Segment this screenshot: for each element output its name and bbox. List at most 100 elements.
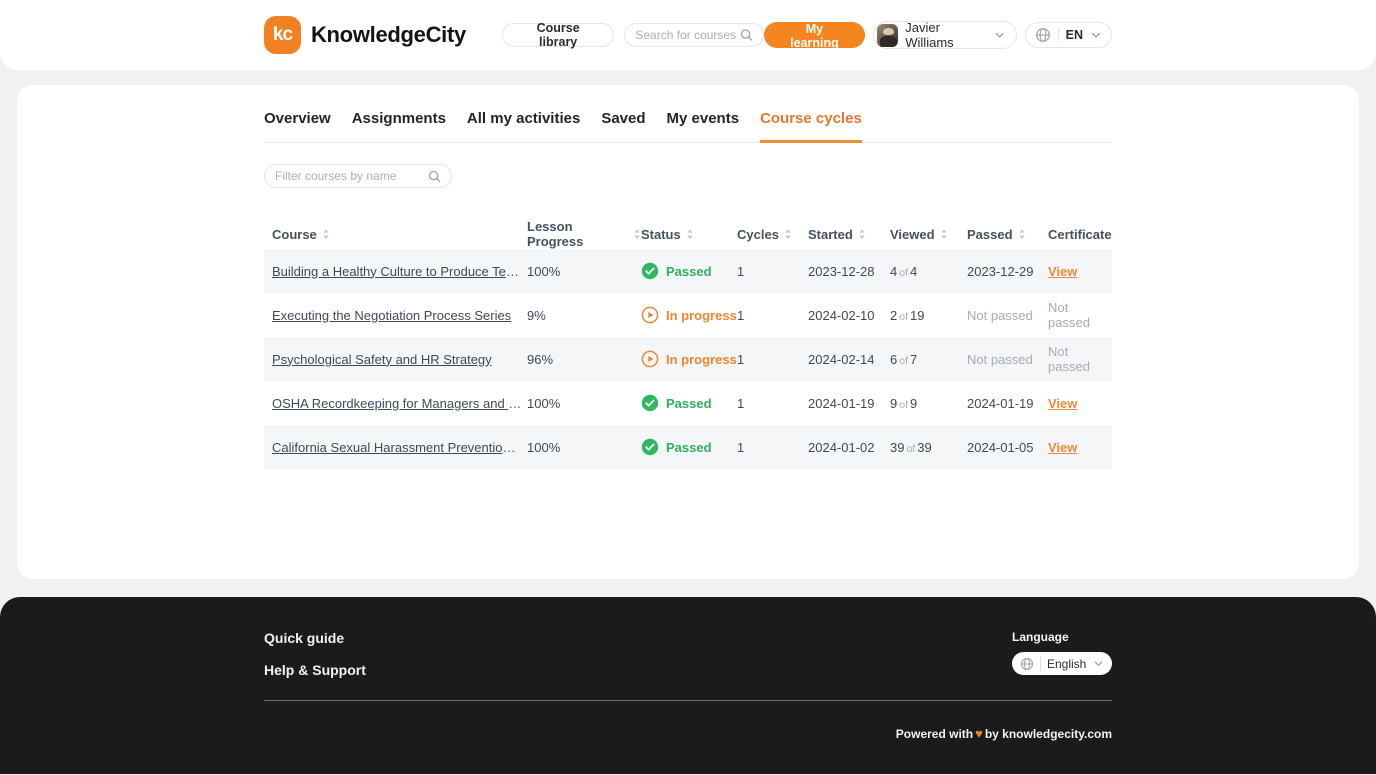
course-link[interactable]: Psychological Safety and HR Strategy — [272, 352, 522, 367]
main-content-card: Overview Assignments All my activities S… — [17, 85, 1359, 579]
column-header-status[interactable]: Status — [641, 227, 737, 242]
sort-icon[interactable] — [686, 228, 694, 240]
cycles-value: 1 — [737, 352, 808, 367]
footer-language-select[interactable]: English — [1012, 652, 1112, 675]
status-badge: In progress — [641, 306, 737, 324]
column-header-certificate: Certificate — [1048, 227, 1112, 242]
heart-icon: ♥ — [973, 726, 985, 741]
started-date: 2024-01-19 — [808, 396, 890, 411]
table-row: Executing the Negotiation Process Series… — [264, 293, 1112, 337]
in-progress-play-icon — [641, 306, 659, 324]
course-link[interactable]: Building a Healthy Culture to Produce Te… — [272, 264, 522, 279]
column-header-viewed[interactable]: Viewed — [890, 227, 967, 242]
language-label: Language — [1012, 630, 1112, 644]
status-badge: Passed — [641, 394, 737, 412]
started-date: 2024-02-10 — [808, 308, 890, 323]
sort-icon[interactable] — [322, 228, 330, 240]
globe-icon — [1020, 657, 1034, 671]
language-code: EN — [1066, 28, 1083, 42]
started-date: 2023-12-28 — [808, 264, 890, 279]
tab-my-events[interactable]: My events — [667, 110, 740, 143]
page-footer: Quick guide Help & Support Language Engl… — [0, 597, 1376, 774]
search-icon — [740, 28, 753, 42]
user-name: Javier Williams — [905, 20, 987, 50]
tab-assignments[interactable]: Assignments — [352, 110, 446, 143]
cycles-value: 1 — [737, 396, 808, 411]
started-date: 2024-02-14 — [808, 352, 890, 367]
sort-icon[interactable] — [1018, 228, 1026, 240]
tab-saved[interactable]: Saved — [601, 110, 645, 143]
passed-date: 2024-01-05 — [967, 440, 1048, 455]
viewed-count: 2of19 — [890, 308, 967, 323]
user-avatar — [877, 24, 899, 47]
passed-check-icon — [641, 438, 659, 456]
passed-status: Not passed — [967, 308, 1048, 323]
viewed-count: 6of7 — [890, 352, 967, 367]
table-row: Psychological Safety and HR Strategy 96%… — [264, 337, 1112, 381]
course-cycles-table: Course Lesson Progress Status Cycles Sta… — [264, 219, 1112, 469]
viewed-count: 4of4 — [890, 264, 967, 279]
table-row: Building a Healthy Culture to Produce Te… — [264, 249, 1112, 293]
viewed-count: 39of39 — [890, 440, 967, 455]
certificate-status: Not passed — [1048, 344, 1112, 374]
powered-by-line: Powered with♥by knowledgecity.com — [264, 726, 1112, 741]
tab-all-my-activities[interactable]: All my activities — [467, 110, 580, 143]
globe-icon — [1035, 27, 1051, 43]
table-row: California Sexual Harassment Prevention:… — [264, 425, 1112, 469]
certificate-status: Not passed — [1048, 300, 1112, 330]
chevron-down-icon — [1090, 29, 1102, 41]
course-link[interactable]: OSHA Recordkeeping for Managers and Supe… — [272, 396, 522, 411]
certificate-view-link[interactable]: View — [1048, 440, 1077, 455]
column-header-passed[interactable]: Passed — [967, 227, 1048, 242]
quick-guide-link[interactable]: Quick guide — [264, 630, 344, 646]
passed-date: 2023-12-29 — [967, 264, 1048, 279]
sort-icon[interactable] — [633, 228, 641, 240]
course-library-label: Course library — [517, 21, 599, 49]
lesson-progress-value: 100% — [527, 396, 641, 411]
tab-overview[interactable]: Overview — [264, 110, 331, 143]
sort-icon[interactable] — [940, 228, 948, 240]
divider — [1040, 657, 1041, 671]
tab-course-cycles[interactable]: Course cycles — [760, 110, 862, 143]
help-support-link[interactable]: Help & Support — [264, 662, 366, 678]
sort-icon[interactable] — [784, 228, 792, 240]
my-learning-button[interactable]: My learning — [764, 22, 864, 48]
language-switcher[interactable]: EN — [1025, 22, 1112, 48]
course-link[interactable]: Executing the Negotiation Process Series — [272, 308, 522, 323]
column-header-cycles[interactable]: Cycles — [737, 227, 808, 242]
passed-check-icon — [641, 394, 659, 412]
my-learning-label: My learning — [790, 22, 839, 50]
status-badge: Passed — [641, 262, 737, 280]
certificate-view-link[interactable]: View — [1048, 264, 1077, 279]
language-value: English — [1047, 657, 1087, 671]
certificate-view-link[interactable]: View — [1048, 396, 1077, 411]
passed-check-icon — [641, 262, 659, 280]
cycles-value: 1 — [737, 264, 808, 279]
column-header-course[interactable]: Course — [264, 227, 527, 242]
course-link[interactable]: California Sexual Harassment Prevention:… — [272, 440, 522, 455]
chevron-down-icon — [994, 29, 1005, 41]
column-header-lesson-progress[interactable]: Lesson Progress — [527, 219, 641, 249]
chevron-down-icon — [1093, 658, 1104, 669]
knowledgecity-logo[interactable]: kc — [264, 16, 301, 54]
search-input[interactable] — [635, 28, 740, 42]
footer-language-block: Language English — [1012, 630, 1112, 675]
logo-monogram: kc — [273, 24, 292, 46]
table-header-row: Course Lesson Progress Status Cycles Sta… — [264, 219, 1112, 249]
passed-status: Not passed — [967, 352, 1048, 367]
cycles-value: 1 — [737, 308, 808, 323]
cycles-value: 1 — [737, 440, 808, 455]
lesson-progress-value: 96% — [527, 352, 641, 367]
sort-icon[interactable] — [858, 228, 866, 240]
course-library-button[interactable]: Course library — [502, 23, 614, 47]
status-badge: In progress — [641, 350, 737, 368]
course-search-box[interactable] — [624, 23, 764, 47]
lesson-progress-value: 100% — [527, 264, 641, 279]
viewed-count: 9of9 — [890, 396, 967, 411]
user-menu[interactable]: Javier Williams — [873, 21, 1017, 49]
status-badge: Passed — [641, 438, 737, 456]
filter-courses-input[interactable] — [275, 169, 425, 183]
column-header-started[interactable]: Started — [808, 227, 890, 242]
footer-divider — [264, 700, 1112, 701]
filter-courses-box[interactable] — [264, 164, 452, 188]
